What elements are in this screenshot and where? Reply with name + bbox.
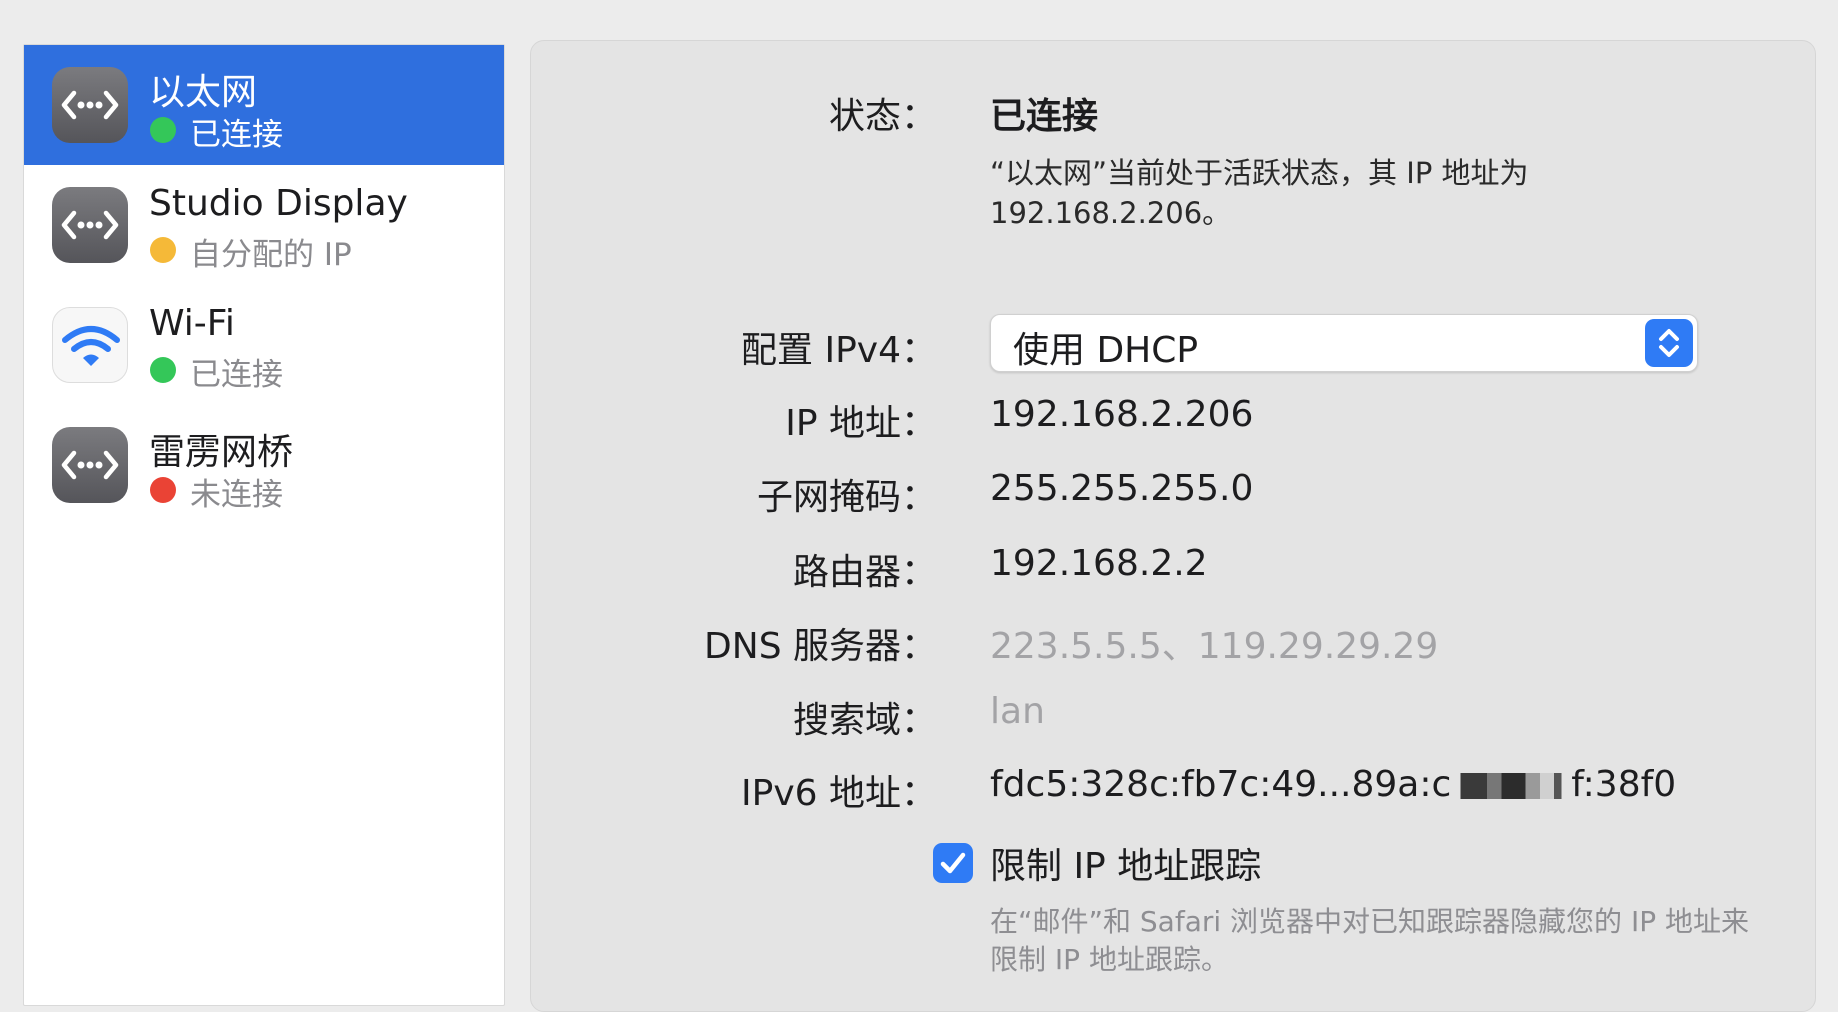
ip-address-value: 192.168.2.206 [990,394,1254,435]
ethernet-icon [52,187,128,263]
router-label: 路由器： [792,552,937,593]
subnet-mask-label: 子网掩码： [756,477,937,518]
router-value: 192.168.2.2 [990,543,1208,584]
checkmark-icon [940,852,966,874]
service-item-thunderbolt-bridge[interactable]: 雷雳网桥 未连接 [24,405,504,525]
status-value: 已连接 [990,96,1099,137]
config-ipv4-select[interactable]: 使用 DHCP [990,314,1698,372]
service-item-studio-display[interactable]: Studio Display 自分配的 IP [24,165,504,285]
redacted-mask [1451,773,1572,799]
dns-server-value: 223.5.5.5、119.29.29.29 [990,626,1439,667]
status-dot [150,357,176,383]
ethernet-icon [52,427,128,503]
service-name: 以太网 [149,72,258,113]
config-ipv4-label: 配置 IPv4： [741,330,937,371]
wifi-icon [52,307,128,383]
chevron-up-down-icon [1645,319,1693,367]
service-name: 雷雳网桥 [149,432,294,473]
status-description: “以太网”当前处于活跃状态，其 IP 地址为 192.168.2.206。 [990,156,1529,230]
dns-server-label: DNS 服务器： [704,626,937,667]
ip-address-label: IP 地址： [785,403,937,444]
ipv6-prefix: fdc5:328c:fb7c:49...89a:c [990,764,1452,805]
ipv6-address-value: fdc5:328c:fb7c:49...89a:c f:38f0 [990,764,1676,805]
service-status: 未连接 [190,477,283,513]
service-status: 已连接 [190,117,283,153]
network-service-list: 以太网 已连接 Studio Display 自分配的 IP Wi-Fi 已连接 [23,44,505,1006]
status-dot [150,477,176,503]
subnet-mask-value: 255.255.255.0 [990,468,1254,509]
limit-ip-tracking-label[interactable]: 限制 IP 地址跟踪 [990,837,1261,889]
search-domain-label: 搜索域： [792,700,937,741]
status-dot [150,117,176,143]
ipv6-suffix: f:38f0 [1571,764,1677,805]
service-name: Studio Display [149,183,408,224]
service-item-ethernet[interactable]: 以太网 已连接 [24,45,504,165]
service-name: Wi-Fi [149,303,235,344]
ipv6-address-label: IPv6 地址： [741,773,937,814]
limit-ip-tracking-description: 在“邮件”和 Safari 浏览器中对已知跟踪器隐藏您的 IP 地址来限制 IP… [990,905,1749,976]
service-status: 已连接 [190,357,283,393]
network-detail-panel: 状态： 已连接 “以太网”当前处于活跃状态，其 IP 地址为 192.168.2… [530,40,1816,1012]
status-label: 状态： [828,96,937,137]
service-status: 自分配的 IP [190,237,352,273]
ethernet-icon [52,67,128,143]
limit-ip-tracking-checkbox[interactable] [933,843,973,883]
status-dot [150,237,176,263]
service-item-wifi[interactable]: Wi-Fi 已连接 [24,285,504,405]
config-ipv4-value: 使用 DHCP [1013,330,1199,371]
search-domain-value: lan [990,691,1045,732]
